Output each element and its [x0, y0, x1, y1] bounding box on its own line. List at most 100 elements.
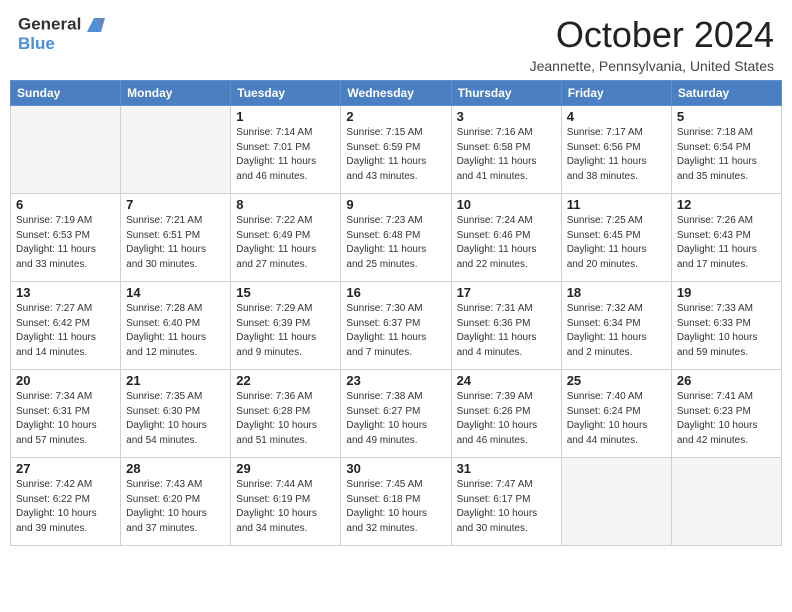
day-number: 11: [567, 197, 666, 212]
day-info: Sunrise: 7:16 AMSunset: 6:58 PMDaylight:…: [457, 126, 556, 184]
day-number: 4: [567, 109, 666, 124]
day-info: Sunrise: 7:31 AMSunset: 6:36 PMDaylight:…: [457, 302, 556, 360]
month-title: October 2024: [530, 14, 774, 56]
week-row: 1Sunrise: 7:14 AMSunset: 7:01 PMDaylight…: [11, 106, 782, 194]
calendar-cell: 10 Sunrise: 7:24 AMSunset: 6:46 PMDayligh…: [451, 194, 561, 282]
calendar-cell: [561, 458, 671, 546]
day-info: Sunrise: 7:28 AMSunset: 6:40 PMDaylight:…: [126, 302, 225, 360]
calendar-cell: 22 Sunrise: 7:36 AMSunset: 6:28 PMDayligh…: [231, 370, 341, 458]
day-number: 8: [236, 197, 335, 212]
day-number: 14: [126, 285, 225, 300]
day-info: Sunrise: 7:34 AMSunset: 6:31 PMDaylight:…: [16, 390, 115, 448]
calendar-cell: 28 Sunrise: 7:43 AMSunset: 6:20 PMDayligh…: [121, 458, 231, 546]
calendar-cell: 31Sunrise: 7:47 AMSunset: 6:17 PMDayligh…: [451, 458, 561, 546]
header: General Blue October 2024 Jeannette, Pen…: [0, 0, 792, 80]
calendar-cell: 29 Sunrise: 7:44 AMSunset: 6:19 PMDayligh…: [231, 458, 341, 546]
day-info: Sunrise: 7:14 AMSunset: 7:01 PMDaylight:…: [236, 126, 335, 184]
calendar-wrap: SundayMondayTuesdayWednesdayThursdayFrid…: [0, 80, 792, 556]
calendar-cell: 15Sunrise: 7:29 AMSunset: 6:39 PMDayligh…: [231, 282, 341, 370]
calendar-cell: 20 Sunrise: 7:34 AMSunset: 6:31 PMDayligh…: [11, 370, 121, 458]
calendar-cell: 27 Sunrise: 7:42 AMSunset: 6:22 PMDayligh…: [11, 458, 121, 546]
calendar-cell: 14 Sunrise: 7:28 AMSunset: 6:40 PMDayligh…: [121, 282, 231, 370]
day-info: Sunrise: 7:30 AMSunset: 6:37 PMDaylight:…: [346, 302, 445, 360]
day-number: 19: [677, 285, 776, 300]
weekday-header: Friday: [561, 81, 671, 106]
weekday-header: Tuesday: [231, 81, 341, 106]
calendar-cell: 7Sunrise: 7:21 AMSunset: 6:51 PMDaylight…: [121, 194, 231, 282]
day-number: 30: [346, 461, 445, 476]
location: Jeannette, Pennsylvania, United States: [530, 58, 774, 74]
day-info: Sunrise: 7:43 AMSunset: 6:20 PMDaylight:…: [126, 478, 225, 536]
week-row: 27 Sunrise: 7:42 AMSunset: 6:22 PMDayligh…: [11, 458, 782, 546]
day-number: 24: [457, 373, 556, 388]
day-number: 27: [16, 461, 115, 476]
calendar-cell: 1Sunrise: 7:14 AMSunset: 7:01 PMDaylight…: [231, 106, 341, 194]
day-number: 22: [236, 373, 335, 388]
day-info: Sunrise: 7:40 AMSunset: 6:24 PMDaylight:…: [567, 390, 666, 448]
week-row: 20 Sunrise: 7:34 AMSunset: 6:31 PMDayligh…: [11, 370, 782, 458]
calendar-cell: [121, 106, 231, 194]
day-info: Sunrise: 7:36 AMSunset: 6:28 PMDaylight:…: [236, 390, 335, 448]
day-number: 6: [16, 197, 115, 212]
calendar-cell: 30 Sunrise: 7:45 AMSunset: 6:18 PMDayligh…: [341, 458, 451, 546]
day-info: Sunrise: 7:35 AMSunset: 6:30 PMDaylight:…: [126, 390, 225, 448]
day-info: Sunrise: 7:45 AMSunset: 6:18 PMDaylight:…: [346, 478, 445, 536]
day-number: 10: [457, 197, 556, 212]
day-info: Sunrise: 7:23 AMSunset: 6:48 PMDaylight:…: [346, 214, 445, 272]
day-info: Sunrise: 7:39 AMSunset: 6:26 PMDaylight:…: [457, 390, 556, 448]
calendar-cell: 17 Sunrise: 7:31 AMSunset: 6:36 PMDayligh…: [451, 282, 561, 370]
weekday-header: Monday: [121, 81, 231, 106]
day-number: 31: [457, 461, 556, 476]
calendar-cell: 8 Sunrise: 7:22 AMSunset: 6:49 PMDaylight…: [231, 194, 341, 282]
calendar-cell: 26Sunrise: 7:41 AMSunset: 6:23 PMDayligh…: [671, 370, 781, 458]
day-number: 18: [567, 285, 666, 300]
weekday-header: Saturday: [671, 81, 781, 106]
calendar-cell: 4Sunrise: 7:17 AMSunset: 6:56 PMDaylight…: [561, 106, 671, 194]
calendar-cell: 23Sunrise: 7:38 AMSunset: 6:27 PMDayligh…: [341, 370, 451, 458]
week-row: 6Sunrise: 7:19 AMSunset: 6:53 PMDaylight…: [11, 194, 782, 282]
title-section: October 2024 Jeannette, Pennsylvania, Un…: [530, 14, 774, 74]
logo: General Blue: [18, 14, 105, 54]
day-info: Sunrise: 7:42 AMSunset: 6:22 PMDaylight:…: [16, 478, 115, 536]
logo-blue: Blue: [18, 34, 105, 54]
day-number: 25: [567, 373, 666, 388]
calendar-table: SundayMondayTuesdayWednesdayThursdayFrid…: [10, 80, 782, 546]
calendar-cell: [11, 106, 121, 194]
day-number: 13: [16, 285, 115, 300]
calendar-cell: 2 Sunrise: 7:15 AMSunset: 6:59 PMDaylight…: [341, 106, 451, 194]
calendar-cell: 3 Sunrise: 7:16 AMSunset: 6:58 PMDaylight…: [451, 106, 561, 194]
day-info: Sunrise: 7:25 AMSunset: 6:45 PMDaylight:…: [567, 214, 666, 272]
day-info: Sunrise: 7:15 AMSunset: 6:59 PMDaylight:…: [346, 126, 445, 184]
logo-icon: [83, 14, 105, 36]
day-info: Sunrise: 7:38 AMSunset: 6:27 PMDaylight:…: [346, 390, 445, 448]
day-number: 20: [16, 373, 115, 388]
calendar-cell: 9Sunrise: 7:23 AMSunset: 6:48 PMDaylight…: [341, 194, 451, 282]
day-number: 5: [677, 109, 776, 124]
day-number: 15: [236, 285, 335, 300]
calendar-cell: 12 Sunrise: 7:26 AMSunset: 6:43 PMDayligh…: [671, 194, 781, 282]
day-number: 7: [126, 197, 225, 212]
day-info: Sunrise: 7:44 AMSunset: 6:19 PMDaylight:…: [236, 478, 335, 536]
weekday-header: Wednesday: [341, 81, 451, 106]
day-number: 28: [126, 461, 225, 476]
day-info: Sunrise: 7:18 AMSunset: 6:54 PMDaylight:…: [677, 126, 776, 184]
day-info: Sunrise: 7:32 AMSunset: 6:34 PMDaylight:…: [567, 302, 666, 360]
day-number: 29: [236, 461, 335, 476]
day-number: 17: [457, 285, 556, 300]
day-number: 2: [346, 109, 445, 124]
calendar-cell: 6Sunrise: 7:19 AMSunset: 6:53 PMDaylight…: [11, 194, 121, 282]
week-row: 13 Sunrise: 7:27 AMSunset: 6:42 PMDayligh…: [11, 282, 782, 370]
calendar-cell: 16Sunrise: 7:30 AMSunset: 6:37 PMDayligh…: [341, 282, 451, 370]
day-number: 21: [126, 373, 225, 388]
day-number: 12: [677, 197, 776, 212]
day-info: Sunrise: 7:27 AMSunset: 6:42 PMDaylight:…: [16, 302, 115, 360]
header-row: SundayMondayTuesdayWednesdayThursdayFrid…: [11, 81, 782, 106]
calendar-cell: 13 Sunrise: 7:27 AMSunset: 6:42 PMDayligh…: [11, 282, 121, 370]
calendar-cell: 18 Sunrise: 7:32 AMSunset: 6:34 PMDayligh…: [561, 282, 671, 370]
day-number: 3: [457, 109, 556, 124]
day-info: Sunrise: 7:24 AMSunset: 6:46 PMDaylight:…: [457, 214, 556, 272]
day-info: Sunrise: 7:22 AMSunset: 6:49 PMDaylight:…: [236, 214, 335, 272]
day-info: Sunrise: 7:26 AMSunset: 6:43 PMDaylight:…: [677, 214, 776, 272]
weekday-header: Sunday: [11, 81, 121, 106]
calendar-cell: [671, 458, 781, 546]
